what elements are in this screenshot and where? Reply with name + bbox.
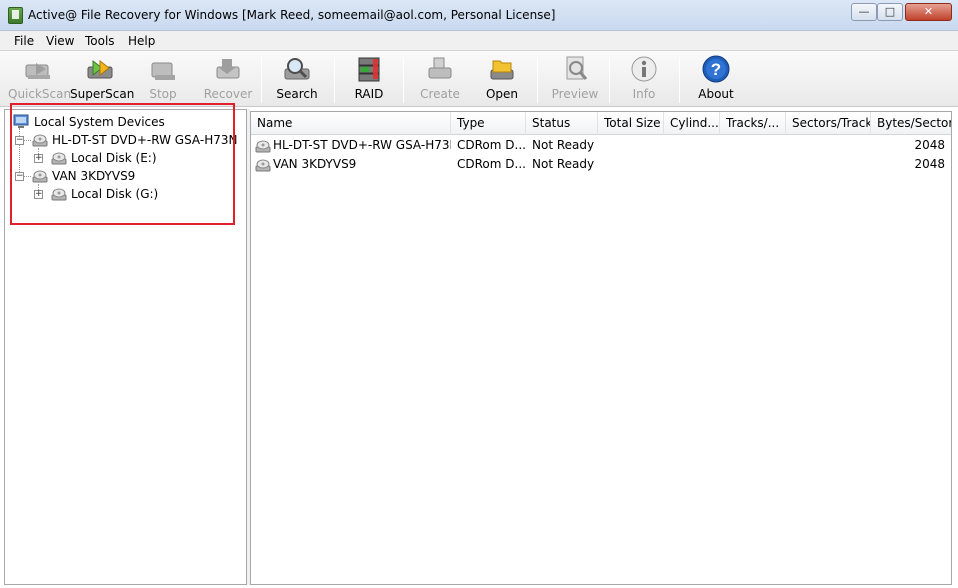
- close-button[interactable]: ✕: [905, 3, 952, 21]
- raid-icon: [358, 57, 380, 82]
- column-header-bytes-sector[interactable]: Bytes/Sector: [871, 112, 951, 135]
- search-icon: [284, 58, 310, 80]
- cell-type: CDRom D...: [457, 157, 525, 171]
- toolbar-separator: [334, 57, 335, 103]
- raid-button[interactable]: RAID: [348, 55, 390, 105]
- quickscan-button[interactable]: QuickScan: [8, 55, 71, 105]
- info-button[interactable]: Info: [624, 55, 664, 105]
- table-row[interactable]: VAN 3KDYVS9 CDRom D... Not Ready 2048: [251, 155, 951, 174]
- preview-button[interactable]: Preview: [550, 55, 600, 105]
- column-header-status[interactable]: Status: [526, 112, 598, 135]
- toolbar: QuickScan SuperScan Stop Recover Search: [0, 51, 958, 107]
- svg-text:?: ?: [711, 60, 721, 79]
- column-header-total-size[interactable]: Total Size: [598, 112, 664, 135]
- menu-bar: File View Tools Help: [0, 31, 958, 51]
- info-icon: [631, 56, 657, 82]
- menu-tools[interactable]: Tools: [85, 34, 115, 48]
- app-icon: [8, 7, 23, 24]
- cdrom-drive-icon: [255, 140, 271, 153]
- column-header-sectors-track[interactable]: Sectors/Track: [786, 112, 871, 135]
- minimize-button[interactable]: —: [851, 3, 877, 21]
- column-header-tracks[interactable]: Tracks/...: [720, 112, 786, 135]
- open-button[interactable]: Open: [480, 55, 524, 105]
- stop-button[interactable]: Stop: [140, 55, 186, 105]
- search-button[interactable]: Search: [274, 55, 320, 105]
- preview-icon: [566, 56, 588, 80]
- toolbar-separator: [679, 57, 680, 103]
- column-header-cylinders[interactable]: Cylind...: [664, 112, 720, 135]
- toolbar-separator: [261, 57, 262, 103]
- toolbar-separator: [403, 57, 404, 103]
- window-title: Active@ File Recovery for Windows [Mark …: [28, 8, 556, 22]
- device-list-pane[interactable]: Name Type Status Total Size Cylind... Tr…: [250, 111, 952, 585]
- about-button[interactable]: ? About: [694, 55, 738, 105]
- toolbar-separator: [537, 57, 538, 103]
- cell-type: CDRom D...: [457, 138, 525, 152]
- menu-help[interactable]: Help: [128, 34, 155, 48]
- cell-bytes-sector: 2048: [914, 138, 945, 152]
- stop-icon: [151, 62, 175, 80]
- toolbar-separator: [609, 57, 610, 103]
- quickscan-icon: [25, 63, 50, 79]
- cell-name: VAN 3KDYVS9: [273, 157, 357, 171]
- open-icon: [490, 60, 514, 80]
- column-header-name[interactable]: Name: [251, 112, 451, 135]
- cdrom-drive-icon: [255, 159, 271, 172]
- table-row[interactable]: HL-DT-ST DVD+-RW GSA-H73N CDRom D... Not…: [251, 136, 951, 155]
- superscan-button[interactable]: SuperScan: [70, 55, 134, 105]
- highlight-box: [10, 103, 235, 225]
- cell-name: HL-DT-ST DVD+-RW GSA-H73N: [273, 138, 451, 152]
- cell-status: Not Ready: [532, 157, 595, 171]
- list-header: Name Type Status Total Size Cylind... Tr…: [251, 112, 951, 135]
- cell-bytes-sector: 2048: [914, 157, 945, 171]
- recover-button[interactable]: Recover: [202, 55, 254, 105]
- maximize-button[interactable]: □: [877, 3, 903, 21]
- menu-view[interactable]: View: [46, 34, 74, 48]
- menu-file[interactable]: File: [14, 34, 34, 48]
- cell-status: Not Ready: [532, 138, 595, 152]
- help-icon: ?: [702, 55, 730, 83]
- create-icon: [428, 57, 452, 79]
- create-button[interactable]: Create: [418, 55, 462, 105]
- column-header-type[interactable]: Type: [451, 112, 526, 135]
- superscan-icon: [87, 59, 113, 79]
- title-bar: Active@ File Recovery for Windows [Mark …: [0, 0, 958, 31]
- recover-icon: [216, 59, 240, 79]
